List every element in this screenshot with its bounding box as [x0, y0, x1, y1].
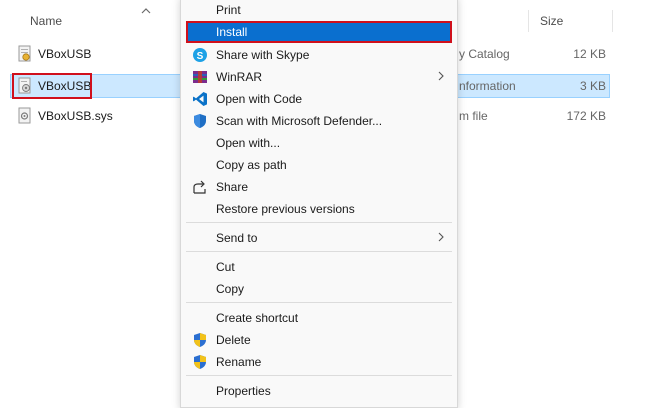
chevron-right-icon: [438, 71, 444, 81]
menu-item-copy[interactable]: Copy: [186, 278, 452, 300]
menu-item-create-shortcut[interactable]: Create shortcut: [186, 307, 452, 329]
menu-item-send-to[interactable]: Send to: [186, 227, 452, 249]
system-file-icon: [18, 107, 31, 124]
menu-item-copy-as-path[interactable]: Copy as path: [186, 154, 452, 176]
share-icon: [193, 180, 206, 194]
menu-item-label: Delete: [216, 333, 251, 347]
column-header-name[interactable]: Name: [30, 14, 62, 28]
menu-item-label: Send to: [216, 231, 258, 245]
menu-item-open-with[interactable]: Open with...: [186, 132, 452, 154]
menu-item-properties[interactable]: Properties: [186, 380, 452, 402]
menu-item-delete[interactable]: Delete: [186, 329, 452, 351]
menu-item-label: Create shortcut: [216, 311, 299, 325]
file-size: 12 KB: [573, 47, 606, 61]
column-divider[interactable]: [528, 10, 529, 32]
vscode-icon: [193, 92, 207, 106]
file-name: VBoxUSB.sys: [38, 109, 113, 123]
menu-item-share-with-skype[interactable]: S Share with Skype: [186, 44, 452, 66]
context-menu: Print Install S Share with Skype WinRAR …: [180, 0, 458, 408]
menu-item-label: Share: [216, 180, 249, 194]
menu-item-rename[interactable]: Rename: [186, 351, 452, 373]
file-size: 172 KB: [566, 109, 606, 123]
menu-item-label: Restore previous versions: [216, 202, 355, 216]
menu-item-label: Open with...: [216, 136, 281, 150]
skype-icon: S: [193, 48, 207, 62]
column-header-size[interactable]: Size: [540, 14, 563, 28]
menu-item-restore-previous-versions[interactable]: Restore previous versions: [186, 198, 452, 220]
annotation-highlight-box: [12, 73, 92, 99]
sort-ascending-icon[interactable]: [140, 6, 152, 16]
menu-item-label: Open with Code: [216, 92, 303, 106]
menu-separator: [186, 251, 452, 252]
menu-item-label: Cut: [216, 260, 235, 274]
menu-separator: [186, 375, 452, 376]
defender-shield-icon: [194, 114, 206, 128]
menu-item-label: Copy as path: [216, 158, 287, 172]
file-type: nformation: [459, 79, 516, 93]
menu-item-open-with-code[interactable]: Open with Code: [186, 88, 452, 110]
menu-item-install[interactable]: Install: [186, 21, 452, 43]
menu-item-label: Share with Skype: [216, 48, 310, 62]
menu-item-print[interactable]: Print: [186, 0, 452, 21]
menu-item-label: Scan with Microsoft Defender...: [216, 114, 383, 128]
menu-item-label: Install: [216, 25, 248, 39]
uac-shield-icon: [194, 333, 206, 347]
security-catalog-icon: [18, 45, 31, 62]
file-name: VBoxUSB: [38, 47, 92, 61]
menu-item-winrar[interactable]: WinRAR: [186, 66, 452, 88]
menu-item-scan-defender[interactable]: Scan with Microsoft Defender...: [186, 110, 452, 132]
file-type: y Catalog: [459, 47, 510, 61]
menu-separator: [186, 222, 452, 223]
menu-item-label: Copy: [216, 282, 245, 296]
menu-item-label: Rename: [216, 355, 262, 369]
column-divider[interactable]: [612, 10, 613, 32]
menu-separator: [186, 302, 452, 303]
menu-item-label: Print: [216, 3, 241, 17]
menu-item-cut[interactable]: Cut: [186, 256, 452, 278]
menu-item-share[interactable]: Share: [186, 176, 452, 198]
uac-shield-icon: [194, 355, 206, 369]
chevron-right-icon: [438, 232, 444, 242]
menu-item-label: WinRAR: [216, 70, 263, 84]
file-size: 3 KB: [579, 79, 606, 93]
menu-item-label: Properties: [216, 384, 271, 398]
winrar-icon: [193, 71, 207, 83]
svg-text:S: S: [197, 51, 204, 62]
file-type: m file: [459, 109, 488, 123]
